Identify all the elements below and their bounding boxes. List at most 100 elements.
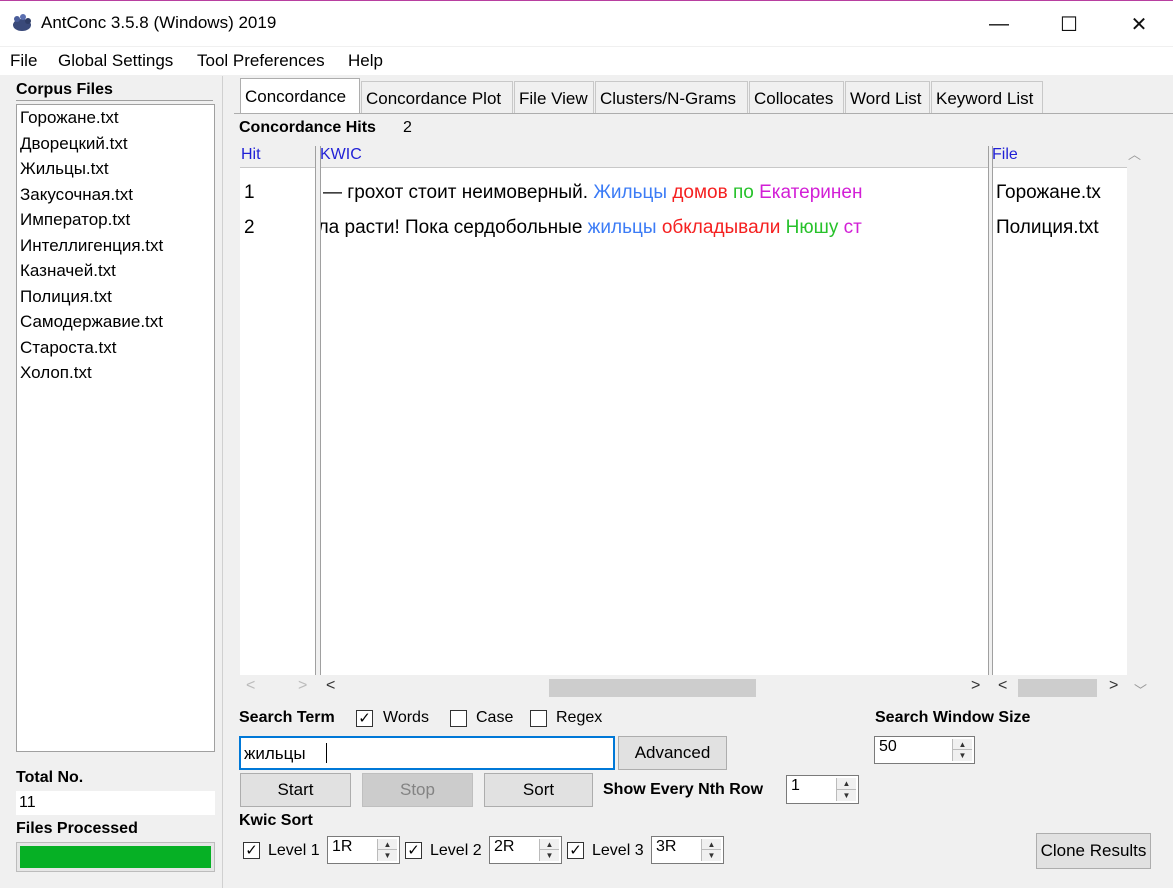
- spinner-down-icon[interactable]: ▼: [837, 790, 856, 802]
- level-1-spinner[interactable]: 1R ▲ ▼: [327, 836, 400, 864]
- kwic-line[interactable]: ала расти! Пока сердобольные жильцы обкл…: [321, 217, 862, 239]
- scroll-thumb[interactable]: [1018, 679, 1097, 697]
- kwic-keyword: жильцы: [587, 217, 657, 238]
- file-name: Полиция.txt: [996, 217, 1099, 238]
- scroll-left-icon[interactable]: <: [326, 677, 335, 695]
- nth-row-spinner[interactable]: 1 ▲ ▼: [786, 775, 859, 804]
- column-header-kwic[interactable]: KWIC: [320, 146, 362, 164]
- column-header-hit[interactable]: Hit: [241, 146, 261, 164]
- spinner-value: 1R: [332, 838, 353, 855]
- corpus-file-item[interactable]: Интеллигенция.txt: [20, 236, 163, 256]
- scroll-right-icon[interactable]: >: [1109, 677, 1118, 695]
- level-1-label: Level 1: [268, 842, 320, 859]
- kwic-sort-label: Kwic Sort: [239, 812, 313, 829]
- scroll-left-icon[interactable]: <: [246, 677, 255, 695]
- level-2-checkbox[interactable]: ✓: [405, 842, 422, 859]
- spinner-value: 50: [879, 738, 897, 755]
- kwic-column[interactable]: — грохот стоит неимоверный. Жильцы домов…: [321, 167, 988, 675]
- file-horizontal-scrollbar[interactable]: < >: [993, 677, 1127, 699]
- corpus-file-item[interactable]: Закусочная.txt: [20, 185, 133, 205]
- maximize-button[interactable]: ☐: [1040, 1, 1098, 47]
- tab-keyword-list[interactable]: Keyword List: [931, 81, 1043, 113]
- corpus-file-item[interactable]: Староста.txt: [20, 338, 116, 358]
- tab-word-list[interactable]: Word List: [845, 81, 930, 113]
- divider: [16, 100, 213, 101]
- menu-help[interactable]: Help: [348, 51, 383, 71]
- corpus-file-item[interactable]: Самодержавие.txt: [20, 312, 163, 332]
- stop-button[interactable]: Stop: [362, 773, 473, 807]
- corpus-file-item[interactable]: Полиция.txt: [20, 287, 112, 307]
- scroll-down-arrow-icon[interactable]: ﹀: [1134, 680, 1147, 699]
- kwic-r2: по: [732, 182, 754, 203]
- scroll-left-icon[interactable]: <: [998, 677, 1007, 695]
- tab-collocates[interactable]: Collocates: [749, 81, 844, 113]
- level-3-spinner[interactable]: 3R ▲ ▼: [651, 836, 724, 864]
- vertical-scrollbar[interactable]: [1127, 167, 1155, 675]
- spinner-value: 1: [791, 777, 800, 794]
- kwic-line[interactable]: — грохот стоит неимоверный. Жильцы домов…: [323, 182, 862, 204]
- menu-tool-preferences[interactable]: Tool Preferences: [197, 51, 325, 71]
- kwic-r1: обкладывали: [661, 217, 781, 238]
- corpus-file-item[interactable]: Жильцы.txt: [20, 159, 109, 179]
- spinner-value: 3R: [656, 838, 677, 855]
- close-button[interactable]: ✕: [1110, 1, 1168, 47]
- start-button[interactable]: Start: [240, 773, 351, 807]
- spinner-up-icon[interactable]: ▲: [378, 839, 397, 850]
- tab-concordance-plot[interactable]: Concordance Plot: [361, 81, 513, 113]
- spinner-arrows[interactable]: ▲ ▼: [377, 839, 397, 861]
- menu-file[interactable]: File: [10, 51, 37, 71]
- level-3-checkbox[interactable]: ✓: [567, 842, 584, 859]
- scroll-up-arrow-icon[interactable]: ︿: [1128, 144, 1141, 163]
- kwic-r2: Нюшу: [785, 217, 839, 238]
- level-2-label: Level 2: [430, 842, 482, 859]
- level-2-spinner[interactable]: 2R ▲ ▼: [489, 836, 562, 864]
- tab-file-view[interactable]: File View: [514, 81, 594, 113]
- menu-global-settings[interactable]: Global Settings: [58, 51, 173, 71]
- spinner-down-icon[interactable]: ▼: [702, 850, 721, 861]
- corpus-file-item[interactable]: Казначей.txt: [20, 261, 116, 281]
- sort-button[interactable]: Sort: [484, 773, 593, 807]
- words-checkbox[interactable]: ✓: [356, 710, 373, 727]
- scroll-thumb[interactable]: [549, 679, 756, 697]
- spinner-arrows[interactable]: ▲ ▼: [539, 839, 559, 861]
- hit-number: 2: [244, 217, 255, 238]
- tab-clusters-ngrams[interactable]: Clusters/N-Grams: [595, 81, 748, 113]
- corpus-file-list[interactable]: Горожане.txt Дворецкий.txt Жильцы.txt Закус…: [16, 104, 215, 752]
- corpus-files-label: Corpus Files: [16, 81, 113, 98]
- panel-splitter[interactable]: [222, 76, 223, 888]
- total-no-field: 11: [16, 791, 215, 815]
- minimize-button[interactable]: —: [970, 1, 1028, 47]
- kwic-horizontal-scrollbar[interactable]: < >: [321, 677, 988, 699]
- regex-label: Regex: [556, 709, 603, 726]
- case-checkbox[interactable]: [450, 710, 467, 727]
- advanced-button[interactable]: Advanced: [618, 736, 727, 770]
- hit-column[interactable]: 1 2: [240, 167, 315, 675]
- spinner-arrows[interactable]: ▲ ▼: [836, 778, 856, 801]
- file-column[interactable]: Горожане.tx Полиция.txt: [993, 167, 1127, 675]
- search-term-input[interactable]: жильцы: [239, 736, 615, 770]
- spinner-down-icon[interactable]: ▼: [378, 850, 397, 861]
- hit-horizontal-scrollbar[interactable]: < >: [240, 677, 315, 699]
- corpus-file-item[interactable]: Император.txt: [20, 210, 130, 230]
- spinner-down-icon[interactable]: ▼: [953, 750, 972, 761]
- spinner-arrows[interactable]: ▲ ▼: [701, 839, 721, 861]
- spinner-up-icon[interactable]: ▲: [540, 839, 559, 850]
- column-header-file[interactable]: File: [992, 146, 1018, 164]
- spinner-up-icon[interactable]: ▲: [953, 739, 972, 750]
- spinner-up-icon[interactable]: ▲: [837, 778, 856, 790]
- corpus-file-item[interactable]: Дворецкий.txt: [20, 134, 128, 154]
- spinner-down-icon[interactable]: ▼: [540, 850, 559, 861]
- files-processed-progress-bar: [16, 842, 215, 872]
- window-title: AntConc 3.5.8 (Windows) 2019: [41, 13, 277, 32]
- level-1-checkbox[interactable]: ✓: [243, 842, 260, 859]
- tab-concordance[interactable]: Concordance: [240, 78, 360, 114]
- clone-results-button[interactable]: Clone Results: [1036, 833, 1151, 869]
- scroll-right-icon[interactable]: >: [971, 677, 980, 695]
- spinner-arrows[interactable]: ▲ ▼: [952, 739, 972, 761]
- corpus-file-item[interactable]: Горожане.txt: [20, 108, 119, 128]
- regex-checkbox[interactable]: [530, 710, 547, 727]
- scroll-right-icon[interactable]: >: [298, 677, 307, 695]
- spinner-up-icon[interactable]: ▲: [702, 839, 721, 850]
- corpus-file-item[interactable]: Холоп.txt: [20, 363, 92, 383]
- search-window-size-spinner[interactable]: 50 ▲ ▼: [874, 736, 975, 764]
